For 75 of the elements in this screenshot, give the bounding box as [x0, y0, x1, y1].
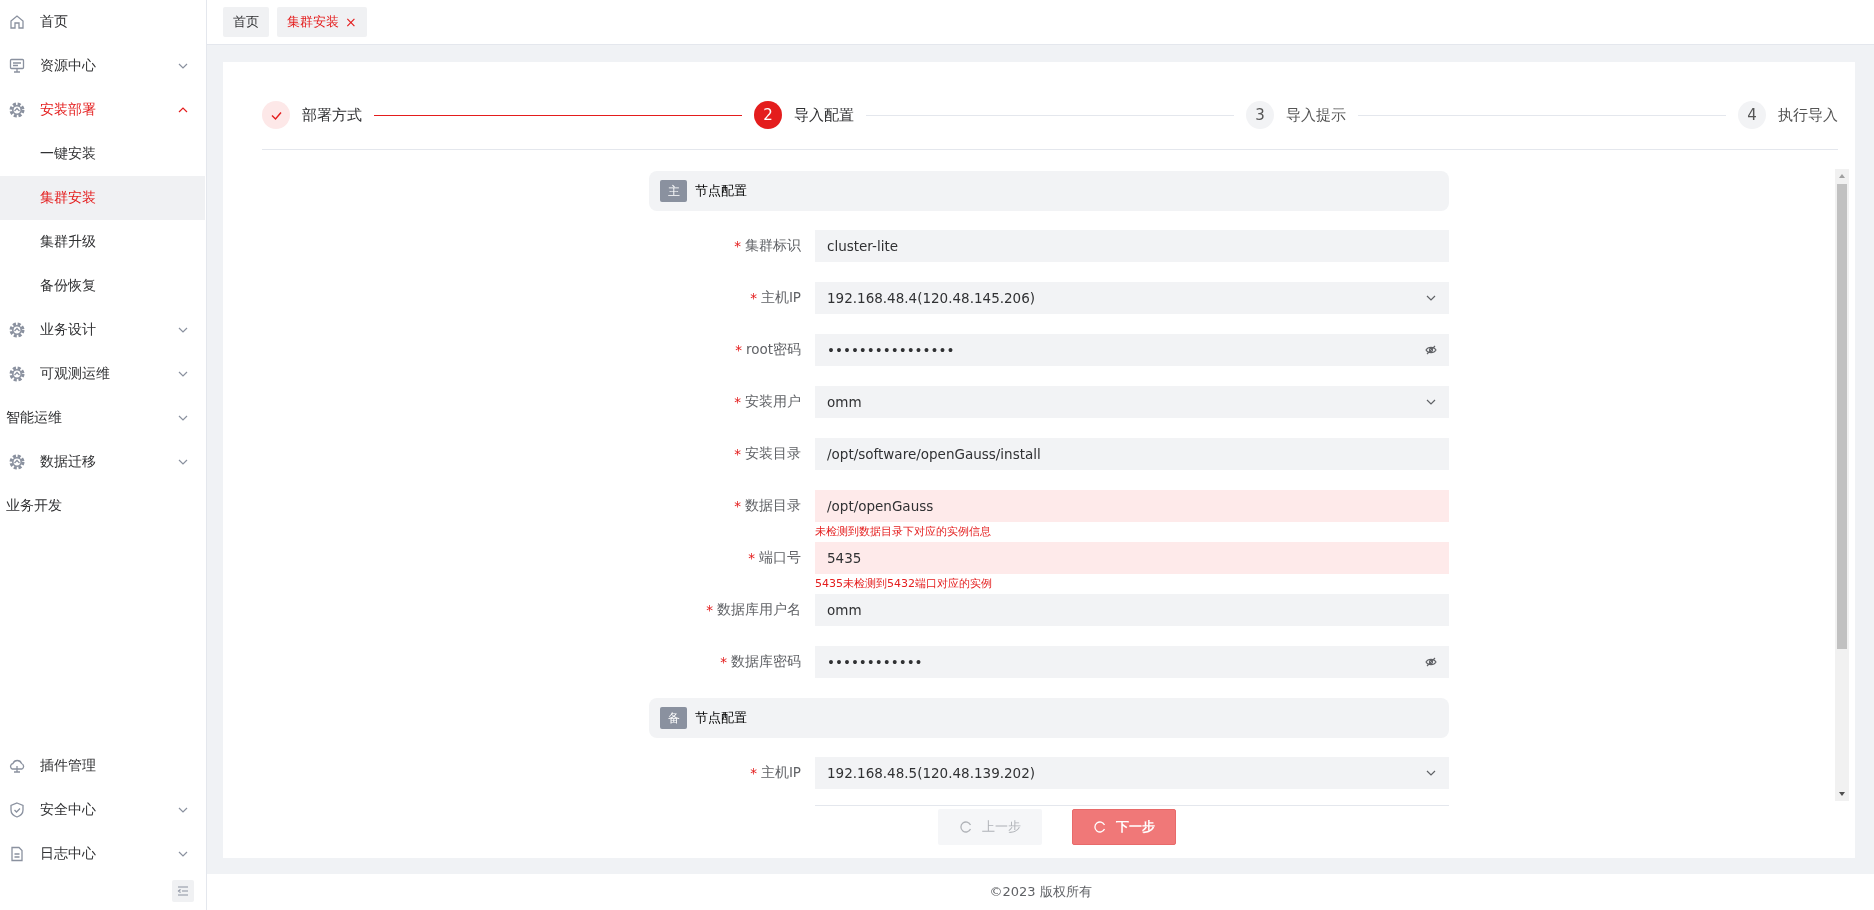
- collapse-lines-icon: [177, 886, 189, 896]
- gear-icon: [8, 321, 26, 339]
- required-mark: *: [734, 498, 741, 514]
- monitor-icon: [8, 57, 26, 75]
- error-message: 5435未检测到5432端口对应的实例: [815, 576, 993, 592]
- required-mark: *: [720, 654, 727, 670]
- field-label: 主机IP: [760, 764, 801, 782]
- sidebar-item[interactable]: 安全中心: [0, 788, 205, 832]
- step-label: 导入提示: [1286, 105, 1346, 125]
- eye-slash-icon[interactable]: [1425, 656, 1437, 668]
- sidebar-item[interactable]: 首页: [0, 0, 205, 44]
- node-badge: 备: [660, 707, 687, 729]
- home-icon: [8, 13, 26, 31]
- cloud-icon: [8, 757, 26, 775]
- required-mark: *: [734, 238, 741, 254]
- required-mark: *: [750, 290, 757, 306]
- section-title: 节点配置: [695, 709, 747, 727]
- section-title: 节点配置: [695, 182, 747, 200]
- sidebar-item[interactable]: 插件管理: [0, 744, 205, 788]
- sidebar-item[interactable]: 业务设计: [0, 308, 205, 352]
- eye-slash-icon[interactable]: [1425, 344, 1437, 356]
- sidebar-item[interactable]: 日志中心: [0, 832, 205, 876]
- sidebar-item[interactable]: 可观测运维: [0, 352, 205, 396]
- select-field[interactable]: 192.168.48.4(120.48.145.206): [815, 282, 1449, 314]
- step-label: 部署方式: [302, 105, 362, 125]
- node-badge: 主: [660, 180, 687, 202]
- submenu-item[interactable]: 集群安装: [0, 176, 205, 220]
- step-label: 导入配置: [794, 105, 854, 125]
- field-label: 安装目录: [745, 445, 801, 463]
- required-mark: *: [748, 550, 755, 566]
- required-mark: *: [706, 602, 713, 618]
- input-field[interactable]: cluster-lite: [815, 230, 1449, 262]
- required-mark: *: [734, 446, 741, 462]
- field-label: 数据库密码: [731, 653, 801, 671]
- submenu-item[interactable]: 一键安装: [0, 132, 205, 176]
- sidebar-item[interactable]: 数据迁移: [0, 440, 205, 484]
- document-icon: [8, 845, 26, 863]
- input-field[interactable]: /opt/software/openGauss/install: [815, 438, 1449, 470]
- scroll-down-icon[interactable]: [1838, 790, 1846, 798]
- error-message: 未检测到数据目录下对应的实例信息: [815, 524, 992, 540]
- input-field[interactable]: omm: [815, 594, 1449, 626]
- input-field[interactable]: /opt/openGauss: [815, 490, 1449, 522]
- step-label: 执行导入: [1778, 105, 1838, 125]
- step-number: 2: [754, 101, 782, 129]
- sidebar-item[interactable]: 安装部署: [0, 88, 205, 132]
- step-number: 3: [1246, 101, 1274, 129]
- required-mark: *: [734, 394, 741, 410]
- shield-icon: [8, 801, 26, 819]
- submenu-item[interactable]: 备份恢复: [0, 264, 205, 308]
- gear-icon: [8, 365, 26, 383]
- field-label: 端口号: [759, 549, 801, 567]
- field-label: 数据目录: [745, 497, 801, 515]
- field-label: root密码: [745, 341, 801, 359]
- password-field[interactable]: ••••••••••••••••: [815, 334, 1449, 366]
- select-field[interactable]: 192.168.48.5(120.48.139.202): [815, 757, 1449, 789]
- copyright-text: ©2023 版权所有: [989, 883, 1092, 901]
- input-field[interactable]: 5435: [815, 542, 1449, 574]
- field-label: 安装用户: [745, 393, 801, 411]
- field-label: 集群标识: [745, 237, 801, 255]
- required-mark: *: [735, 342, 742, 358]
- page-tab[interactable]: 首页: [223, 7, 269, 37]
- sidebar-item[interactable]: 资源中心: [0, 44, 205, 88]
- step-number: 4: [1738, 101, 1766, 129]
- password-field[interactable]: ••••••••••••: [815, 646, 1449, 678]
- submenu-item[interactable]: 集群升级: [0, 220, 205, 264]
- gear-icon: [8, 453, 26, 471]
- gear-icon: [8, 101, 26, 119]
- sidebar-item[interactable]: 业务开发: [0, 484, 205, 528]
- sidebar-item[interactable]: 智能运维: [0, 396, 205, 440]
- required-mark: *: [750, 765, 757, 781]
- select-field[interactable]: omm: [815, 386, 1449, 418]
- page-tab[interactable]: 集群安装 ×: [277, 7, 367, 37]
- field-label: 主机IP: [760, 289, 801, 307]
- field-label: 数据库用户名: [717, 601, 801, 619]
- scrollbar[interactable]: [1835, 169, 1849, 801]
